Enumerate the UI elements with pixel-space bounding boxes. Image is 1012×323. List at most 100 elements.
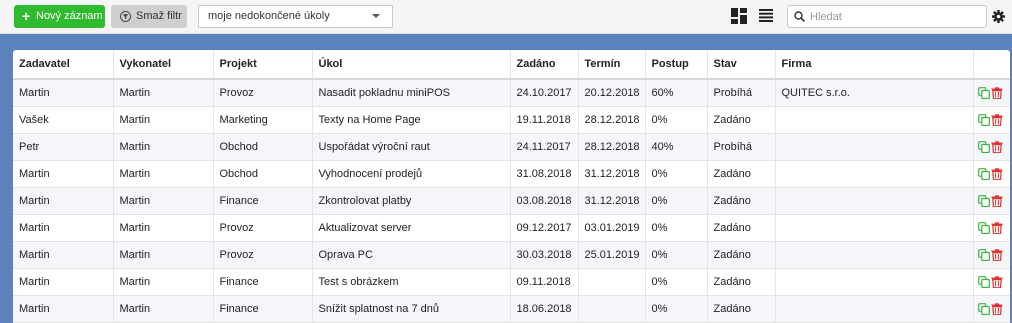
chevron-down-icon [372,14,380,18]
cell-status: Zadáno [707,268,776,296]
cell-company [775,268,974,296]
cell-progress: 0% [645,295,708,323]
cell-task: Zkontrolovat platby [312,187,511,215]
cell-project: Obchod [213,160,313,188]
clear-filter-button[interactable]: Smaž filtr [111,5,187,28]
filter-select[interactable]: moje nedokončené úkoly [198,5,393,28]
cell-task: Aktualizovat server [312,214,511,242]
table-row[interactable]: Martin Martin Finance Snížit splatnost na 7… [13,295,1010,323]
table-row[interactable]: Martin Martin Provoz Oprava PC 30.03.2018 25.… [13,241,1010,269]
copy-icon[interactable] [977,195,990,208]
list-view-icon[interactable] [759,9,773,22]
cell-progress: 0% [645,214,708,242]
copy-icon[interactable] [977,222,990,235]
copy-icon[interactable] [977,168,990,181]
cell-deadline: 31.12.2018 [578,187,646,215]
cell-task: Vyhodnocení prodejů [312,160,511,188]
trash-icon[interactable] [991,222,1003,235]
copy-icon[interactable] [977,87,990,100]
cell-task: Snížit splatnost na 7 dnů [312,295,511,323]
trash-icon[interactable] [991,87,1003,100]
cell-assigner: Martin [13,79,114,107]
grid-view-icon[interactable] [731,8,747,24]
cell-task: Nasadit pokladnu miniPOS [312,79,511,107]
cell-assigner: Martin [13,295,114,323]
filter-select-value: moje nedokončené úkoly [208,10,330,22]
cell-assigned-date: 03.08.2018 [510,187,579,215]
cell-task: Oprava PC [312,241,511,269]
table-row[interactable]: Martin Martin Obchod Vyhodnocení prodejů 31.… [13,160,1010,188]
cell-status: Zadáno [707,241,776,269]
column-header[interactable]: Projekt [213,50,313,80]
gear-icon[interactable] [992,10,1005,23]
row-actions [973,79,1010,107]
cell-assigned-date: 09.12.2017 [510,214,579,242]
cell-company [775,106,974,134]
cell-progress: 0% [645,241,708,269]
cell-assignee: Martin [113,295,214,323]
cell-company [775,214,974,242]
cell-project: Finance [213,187,313,215]
search-box[interactable] [787,5,987,28]
row-actions [973,295,1010,323]
cell-project: Provoz [213,214,313,242]
table-row[interactable]: Martin Martin Finance Zkontrolovat platby 03… [13,187,1010,215]
cell-assigned-date: 30.03.2018 [510,241,579,269]
column-header[interactable]: Vykonatel [113,50,214,80]
table-row[interactable]: Martin Martin Finance Test s obrázkem 09.11.… [13,268,1010,296]
search-input[interactable] [810,8,980,25]
cell-task: Texty na Home Page [312,106,511,134]
cell-assigner: Martin [13,241,114,269]
table-row[interactable]: Petr Martin Obchod Uspořádat výroční raut 24… [13,133,1010,161]
copy-icon[interactable] [977,303,990,316]
cell-assigned-date: 24.11.2017 [510,133,579,161]
column-header[interactable]: Postup [645,50,708,80]
new-record-label: Nový záznam [36,10,103,22]
clear-filter-label: Smaž filtr [136,10,182,22]
cell-deadline: 28.12.2018 [578,133,646,161]
table-row[interactable]: Vašek Martin Marketing Texty na Home Page 19… [13,106,1010,134]
cell-company [775,160,974,188]
column-header[interactable]: Zadáno [510,50,579,80]
cell-status: Zadáno [707,187,776,215]
trash-icon[interactable] [991,276,1003,289]
copy-icon[interactable] [977,141,990,154]
cell-deadline [578,268,646,296]
cell-company [775,187,974,215]
copy-icon[interactable] [977,249,990,262]
copy-icon[interactable] [977,114,990,127]
cell-deadline [578,295,646,323]
cell-assignee: Martin [113,79,214,107]
cell-status: Zadáno [707,295,776,323]
toolbar: + Nový záznam Smaž filtr moje nedokončen… [0,0,1012,34]
trash-icon[interactable] [991,249,1003,262]
cell-assigner: Vašek [13,106,114,134]
table-row[interactable]: Martin Martin Provoz Nasadit pokladnu miniP… [13,79,1010,107]
trash-icon[interactable] [991,195,1003,208]
cell-status: Zadáno [707,160,776,188]
cell-assignee: Martin [113,268,214,296]
copy-icon[interactable] [977,276,990,289]
trash-icon[interactable] [991,114,1003,127]
new-record-button[interactable]: + Nový záznam [14,5,105,28]
row-actions [973,241,1010,269]
column-header[interactable]: Úkol [312,50,511,80]
table-row[interactable]: Martin Martin Provoz Aktualizovat server 09.… [13,214,1010,242]
column-header[interactable]: Zadavatel [13,50,114,80]
cell-project: Obchod [213,133,313,161]
tasks-table-panel: Zadavatel Vykonatel Projekt Úkol Zadáno … [13,50,1010,323]
row-actions [973,187,1010,215]
trash-icon[interactable] [991,141,1003,154]
column-header[interactable]: Termín [578,50,646,80]
column-header[interactable]: Firma [775,50,974,80]
trash-icon[interactable] [991,168,1003,181]
plus-icon: + [22,8,31,24]
cell-assigner: Petr [13,133,114,161]
cell-company [775,133,974,161]
cell-deadline: 20.12.2018 [578,79,646,107]
cell-company [775,241,974,269]
trash-icon[interactable] [991,303,1003,316]
cell-progress: 60% [645,79,708,107]
cell-task: Uspořádat výroční raut [312,133,511,161]
column-header[interactable]: Stav [707,50,776,80]
